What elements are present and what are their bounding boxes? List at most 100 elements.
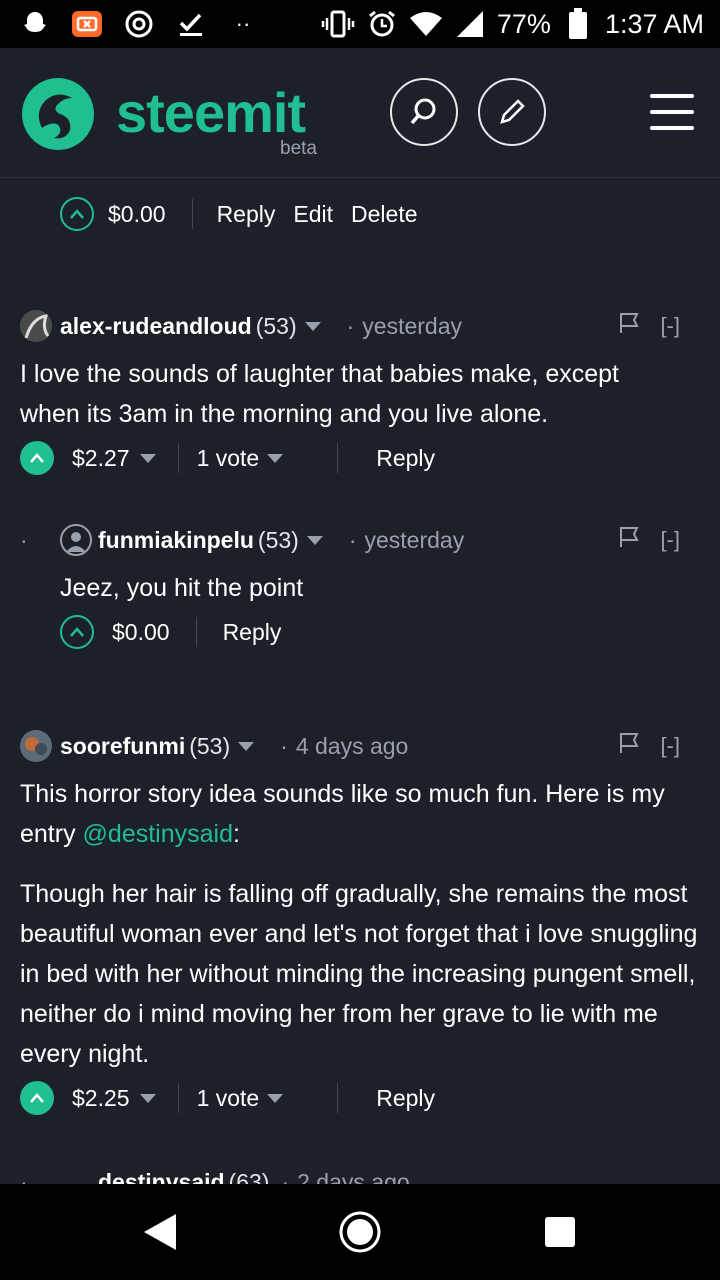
chrome-icon: [122, 7, 156, 41]
upvote-button[interactable]: [60, 197, 94, 231]
battery-icon: [561, 7, 595, 41]
search-button[interactable]: [390, 78, 458, 146]
upvoted-button[interactable]: [20, 441, 54, 475]
chevron-down-icon[interactable]: [267, 1093, 284, 1103]
flag-icon[interactable]: [618, 312, 640, 340]
comment-header: · destinysaid (63) · 2 days ago: [20, 1166, 700, 1185]
chevron-down-icon[interactable]: [139, 453, 156, 463]
user-mention-link[interactable]: @destinysaid: [83, 820, 233, 848]
chevron-up-icon: [30, 1093, 44, 1103]
default-user-icon: [66, 532, 86, 552]
divider: [191, 199, 193, 229]
divider: [177, 443, 179, 473]
recents-button-icon[interactable]: [544, 1216, 576, 1253]
status-bar: ·· 77% 1:37 AM: [0, 0, 720, 48]
comment-text: :: [232, 820, 240, 848]
vote-count[interactable]: 1 vote: [197, 445, 260, 472]
comment-body: This horror story idea sounds like so mu…: [20, 774, 700, 854]
brand-name[interactable]: steemit: [116, 80, 306, 145]
back-button-icon[interactable]: [140, 1212, 180, 1257]
flag-icon[interactable]: [618, 526, 640, 554]
reply-link[interactable]: Reply: [376, 1085, 435, 1112]
comment-timestamp[interactable]: 4 days ago: [296, 733, 409, 760]
chevron-down-icon[interactable]: [238, 741, 255, 751]
divider: [177, 1083, 179, 1113]
divider: [337, 443, 339, 473]
comment-footer: $0.00 Reply: [60, 612, 281, 652]
author-reputation: (53): [257, 526, 299, 553]
payout-amount[interactable]: $2.27: [72, 445, 130, 472]
create-post-button[interactable]: [478, 78, 546, 146]
reply-link[interactable]: Reply: [376, 445, 435, 472]
comment-body: Jeez, you hit the point: [60, 574, 304, 602]
divider: [337, 1083, 339, 1113]
chevron-up-icon: [70, 209, 84, 219]
author-reputation: (53): [189, 732, 231, 759]
comment-timestamp[interactable]: yesterday: [364, 527, 464, 554]
comments-feed: $0.00 Reply Edit Delete alex-rudeandloud…: [0, 178, 720, 1184]
comment-author[interactable]: soorefunmi: [60, 733, 185, 760]
comment-timestamp[interactable]: 2 days ago: [297, 1169, 410, 1185]
hamburger-menu-icon[interactable]: [650, 94, 694, 130]
pencil-icon: [500, 99, 525, 124]
bullet: ·: [346, 312, 355, 339]
top-comment-actions: $0.00 Reply Edit Delete: [60, 194, 418, 234]
comment-header: soorefunmi (53) · 4 days ago [-]: [20, 730, 700, 762]
avatar[interactable]: [20, 730, 52, 762]
comment-author[interactable]: alex-rudeandloud: [60, 313, 252, 340]
comment-header: · funmiakinpelu (53) · yesterday [-]: [20, 524, 700, 556]
steemit-logo-icon[interactable]: [20, 76, 96, 152]
comment-footer: $2.25 1 vote Reply: [20, 1078, 435, 1118]
avatar[interactable]: [20, 310, 52, 342]
delete-link[interactable]: Delete: [351, 201, 417, 228]
reply-link[interactable]: Reply: [223, 619, 282, 646]
reply-link[interactable]: Reply: [217, 201, 276, 228]
thread-bullet: ·: [20, 526, 28, 553]
alarm-icon: [365, 7, 399, 41]
upvoted-button[interactable]: [20, 1081, 54, 1115]
video-editor-app-icon: [70, 7, 104, 41]
chevron-up-icon: [30, 453, 44, 463]
home-button-icon[interactable]: [338, 1210, 382, 1259]
system-indicators: 77% 1:37 AM: [321, 6, 704, 42]
download-done-icon: [174, 7, 208, 41]
beta-label: beta: [280, 138, 317, 159]
avatar[interactable]: [60, 524, 92, 556]
wifi-icon: [409, 7, 443, 41]
chevron-up-icon: [70, 627, 84, 637]
chevron-down-icon[interactable]: [267, 453, 284, 463]
collapse-toggle[interactable]: [-]: [660, 733, 680, 759]
comment-timestamp[interactable]: yesterday: [362, 313, 462, 340]
vibrate-icon: [321, 7, 355, 41]
upvote-button[interactable]: [60, 615, 94, 649]
flag-icon[interactable]: [618, 732, 640, 760]
battery-percent: 77%: [496, 8, 551, 39]
author-reputation: (53): [255, 312, 297, 339]
cell-signal-icon: [453, 7, 487, 41]
collapse-toggle[interactable]: [-]: [660, 313, 680, 339]
collapse-toggle[interactable]: [-]: [660, 527, 680, 553]
payout-amount[interactable]: $0.00: [108, 201, 166, 228]
bullet: ·: [348, 526, 357, 553]
divider: [195, 617, 197, 647]
payout-amount[interactable]: $0.00: [112, 619, 170, 646]
chevron-down-icon[interactable]: [304, 321, 321, 331]
comment-header: alex-rudeandloud (53) · yesterday [-]: [20, 310, 700, 342]
edit-link[interactable]: Edit: [293, 201, 333, 228]
thread-bullet: ·: [20, 1168, 28, 1185]
clock: 1:37 AM: [604, 8, 704, 39]
bullet: ·: [280, 732, 288, 759]
comment-body: I love the sounds of laughter that babie…: [20, 360, 619, 428]
chevron-down-icon[interactable]: [139, 1093, 156, 1103]
comment-author[interactable]: funmiakinpelu: [98, 527, 254, 554]
payout-amount[interactable]: $2.25: [72, 1085, 130, 1112]
chevron-down-icon[interactable]: [306, 535, 323, 545]
vote-count[interactable]: 1 vote: [197, 1085, 260, 1112]
notification-icons: ··: [18, 6, 260, 42]
app-header: steemit beta: [0, 48, 720, 178]
more-notifications-icon: ··: [235, 11, 251, 36]
comment-author[interactable]: destinysaid: [98, 1169, 225, 1185]
search-icon: [410, 98, 436, 125]
comment-footer: $2.27 1 vote Reply: [20, 438, 435, 478]
comment-body: Though her hair is falling off gradually…: [20, 880, 698, 1068]
